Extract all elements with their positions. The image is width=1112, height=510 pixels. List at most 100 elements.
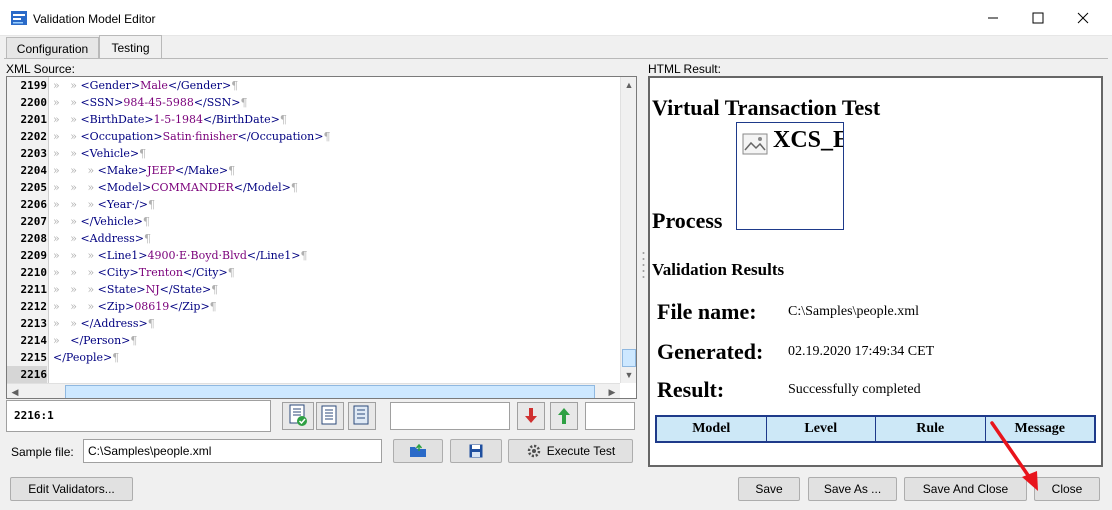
save-as-label: Save As ... — [823, 482, 882, 496]
indent-markers: » » » — [53, 249, 98, 262]
xml-value: 4900·E·Boyd·Blvd — [147, 249, 247, 262]
window-close-button[interactable] — [1060, 0, 1106, 36]
indent-markers: » » — [53, 317, 81, 330]
end-of-line-marker: ¶ — [323, 130, 331, 143]
title-bar: Validation Model Editor — [0, 0, 1112, 36]
maximize-button[interactable] — [1015, 0, 1061, 36]
find-next-button[interactable] — [517, 402, 545, 430]
line-number: 2205 — [20, 181, 48, 194]
document-list-button[interactable] — [348, 402, 376, 430]
xml-tag: <Address> — [80, 232, 144, 245]
xml-tag: <City> — [97, 266, 139, 279]
code-line: » » » <Line1>4900·E·Boyd·Blvd</Line1>¶ — [53, 247, 307, 264]
column-header-model: Model — [657, 417, 766, 441]
broken-image-icon — [742, 133, 768, 155]
cursor-position: 2216:1 — [6, 400, 271, 432]
sample-file-input[interactable] — [83, 439, 382, 463]
close-icon — [1077, 12, 1089, 24]
scroll-thumb[interactable] — [65, 385, 595, 398]
arrow-up-icon — [558, 408, 570, 424]
minimize-button[interactable] — [970, 0, 1016, 36]
scroll-down-icon[interactable]: ▼ — [621, 367, 636, 383]
window-title: Validation Model Editor — [33, 12, 156, 26]
indent-markers: » » » — [53, 164, 98, 177]
line-number: 2211 — [20, 283, 48, 296]
code-line: » » <BirthDate>1-5-1984</BirthDate>¶ — [53, 111, 287, 128]
code-line: » » </Address>¶ — [53, 315, 155, 332]
line-number: 2199 — [20, 79, 48, 92]
indent-markers: » » — [53, 96, 81, 109]
xml-value: Trenton — [138, 266, 184, 279]
splitter-handle[interactable] — [642, 250, 645, 280]
result-label: Result: — [657, 377, 725, 402]
xml-value: Male — [140, 79, 168, 92]
arrow-down-icon — [525, 408, 537, 423]
column-header-rule: Rule — [876, 417, 985, 441]
open-sample-file-button[interactable] — [393, 439, 443, 463]
indent-markers: » » — [53, 130, 81, 143]
xml-tag: <Line1> — [97, 249, 148, 262]
vertical-scrollbar[interactable]: ▲ ▼ — [620, 77, 636, 383]
xml-tag: <Make> — [97, 164, 148, 177]
xml-tag: <Year·/> — [97, 198, 148, 211]
generated-label: Generated: — [657, 339, 764, 364]
tab-divider — [4, 58, 1108, 59]
minimize-icon — [988, 17, 998, 19]
app-icon — [11, 11, 27, 25]
scroll-right-icon[interactable]: ▶ — [604, 384, 620, 398]
xml-tag: </State> — [159, 283, 212, 296]
validate-document-button[interactable] — [282, 402, 314, 430]
indent-markers: » » — [53, 147, 81, 160]
folder-open-icon — [410, 444, 426, 457]
tab-label: Testing — [111, 40, 150, 55]
xml-tag: </Person> — [70, 334, 131, 347]
xml-value: 984-45-5988 — [123, 96, 194, 109]
validate-doc-icon — [289, 404, 307, 426]
line-number: 2209 — [20, 249, 48, 262]
xml-source-editor[interactable]: 2199 2200 2201 2202 2203 2204 2205 2206 2207 2208… — [6, 76, 637, 399]
code-line: » </Person>¶ — [53, 332, 137, 349]
scroll-left-icon[interactable]: ◀ — [7, 384, 23, 398]
search-field[interactable] — [390, 402, 510, 430]
html-result-view[interactable]: Virtual Transaction Test XCS_E Process V… — [648, 76, 1103, 467]
line-number: 2212 — [20, 300, 48, 313]
tab-configuration[interactable]: Configuration — [6, 37, 99, 59]
xml-tag: </Gender> — [167, 79, 232, 92]
line-number-gutter: 2199 2200 2201 2202 2203 2204 2205 2206 2207 2208… — [7, 77, 49, 383]
xml-tag: </Line1> — [246, 249, 301, 262]
save-sample-file-button[interactable] — [450, 439, 502, 463]
end-of-line-marker: ¶ — [211, 283, 219, 296]
end-of-line-marker: ¶ — [231, 79, 239, 92]
xml-tag: <Vehicle> — [80, 147, 140, 160]
xml-value: COMMANDER — [151, 181, 234, 194]
horizontal-scrollbar[interactable]: ◀ ▶ — [7, 383, 620, 398]
find-previous-button[interactable] — [550, 402, 578, 430]
html-result-label: HTML Result: — [648, 62, 721, 76]
execute-test-button[interactable]: Execute Test — [508, 439, 633, 463]
save-as-button[interactable]: Save As ... — [808, 477, 897, 501]
xml-tag: </Occupation> — [237, 130, 324, 143]
tab-testing[interactable]: Testing — [99, 35, 162, 59]
match-count-field[interactable] — [585, 402, 635, 430]
gear-icon — [527, 444, 540, 458]
scroll-thumb[interactable] — [622, 349, 636, 367]
indent-markers: » » » — [53, 283, 98, 296]
document-view-button[interactable] — [316, 402, 344, 430]
xml-value: NJ — [145, 283, 160, 296]
end-of-line-marker: ¶ — [300, 249, 308, 262]
xml-tag: <State> — [97, 283, 146, 296]
line-number: 2203 — [20, 147, 48, 160]
floppy-disk-icon — [469, 444, 483, 458]
result-heading: Virtual Transaction Test — [652, 95, 881, 120]
xml-tag: <Gender> — [80, 79, 141, 92]
sample-file-label: Sample file: — [11, 445, 74, 459]
save-button[interactable]: Save — [738, 477, 800, 501]
code-line: » » » <Year·/>¶ — [53, 196, 155, 213]
edit-validators-button[interactable]: Edit Validators... — [10, 477, 133, 501]
file-name-value: C:\Samples\people.xml — [788, 304, 920, 319]
code-line: » » <SSN>984-45-5988</SSN>¶ — [53, 94, 247, 111]
indent-markers: » » — [53, 215, 81, 228]
line-number: 2213 — [20, 317, 48, 330]
xml-value: 08619 — [134, 300, 170, 313]
scroll-up-icon[interactable]: ▲ — [621, 77, 636, 93]
